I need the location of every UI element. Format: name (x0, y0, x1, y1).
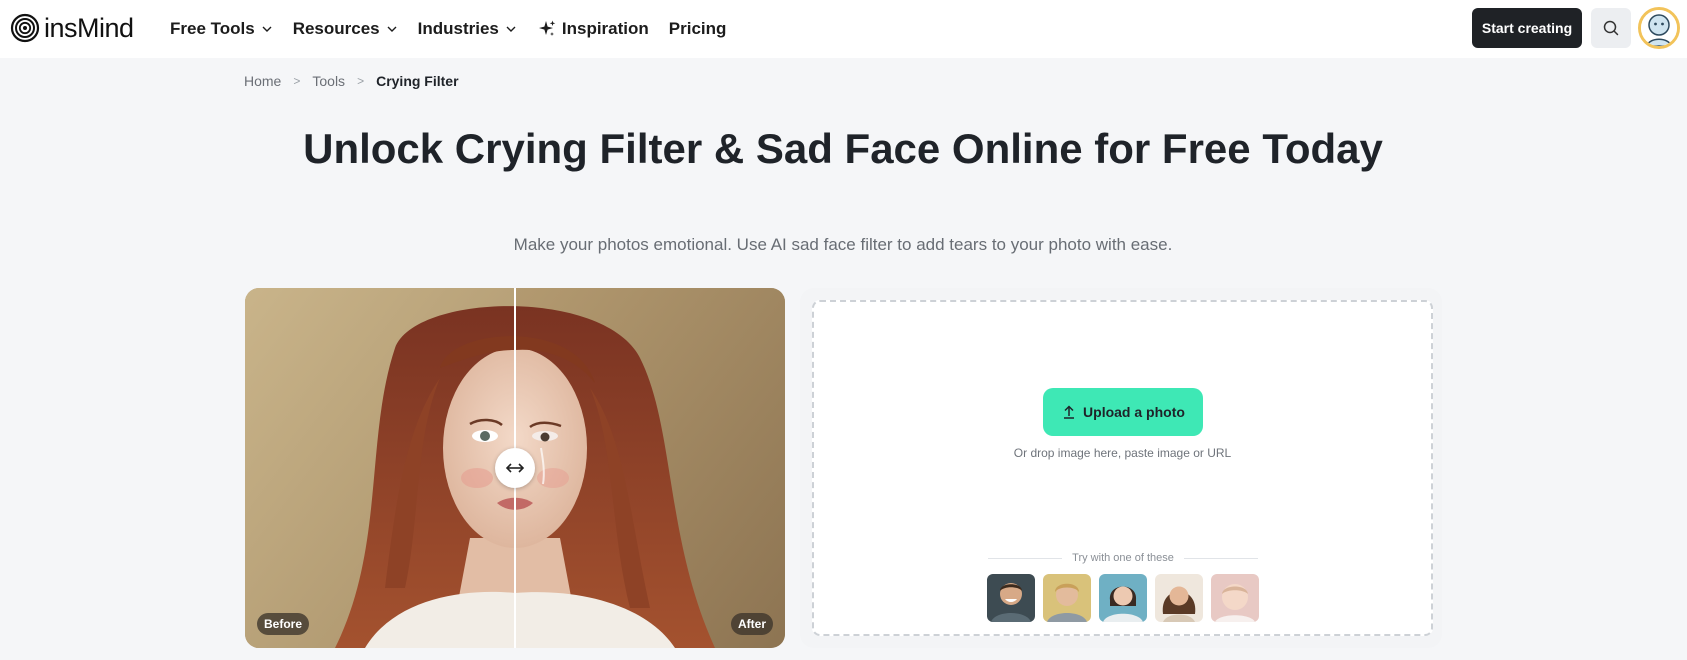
nav-pricing[interactable]: Pricing (669, 0, 727, 58)
breadcrumb: Home > Tools > Crying Filter (244, 71, 459, 91)
try-samples-header: Try with one of these (988, 550, 1259, 566)
logo[interactable]: insMind (10, 12, 134, 44)
chevron-down-icon (506, 26, 516, 32)
divider-line (1183, 557, 1259, 559)
top-header: insMind Free Tools Resources Industries … (0, 0, 1687, 58)
arrows-horizontal-icon (505, 463, 525, 473)
nav-resources[interactable]: Resources (293, 0, 398, 58)
after-label: After (730, 613, 773, 635)
page-subtitle: Make your photos emotional. Use AI sad f… (513, 235, 1173, 254)
chevron-down-icon (387, 26, 397, 32)
start-creating-button[interactable]: Start creating (1472, 8, 1582, 48)
upload-button-label: Upload a photo (1083, 404, 1185, 420)
logo-icon (10, 13, 40, 43)
search-button[interactable] (1591, 8, 1631, 48)
sample-thumbnail (1099, 574, 1147, 622)
breadcrumb-separator: > (357, 74, 365, 88)
comparison-slider-handle[interactable] (495, 448, 535, 488)
breadcrumb-separator: > (293, 74, 301, 88)
sample-man-blond[interactable] (1043, 574, 1091, 622)
page-title: Unlock Crying Filter & Sad Face Online f… (303, 125, 1383, 172)
breadcrumb-tools[interactable]: Tools (312, 73, 345, 89)
main-nav: Free Tools Resources Industries Inspirat… (170, 0, 726, 58)
nav-label: Pricing (668, 19, 727, 38)
avatar[interactable] (1638, 7, 1680, 49)
sample-thumbnail (1211, 574, 1259, 622)
try-samples-label: Try with one of these (1072, 552, 1174, 564)
upload-icon (1064, 405, 1075, 419)
breadcrumb-current: Crying Filter (376, 73, 459, 89)
sample-thumbnail (987, 574, 1035, 622)
sample-woman-short-hair[interactable] (1099, 574, 1147, 622)
breadcrumb-home[interactable]: Home (244, 73, 281, 89)
nav-industries[interactable]: Industries (418, 0, 517, 58)
sample-thumbnail (1155, 574, 1203, 622)
logo-text: insMind (44, 13, 134, 43)
nav-label: Inspiration (561, 19, 649, 38)
search-icon (1603, 20, 1619, 36)
divider-line (988, 557, 1063, 559)
nav-label: Resources (292, 19, 380, 38)
nav-label: Industries (417, 19, 499, 38)
nav-free-tools[interactable]: Free Tools (170, 0, 273, 58)
sample-baby[interactable] (1211, 574, 1259, 622)
sample-man-smiling[interactable] (987, 574, 1035, 622)
nav-inspiration[interactable]: Inspiration (537, 0, 649, 58)
nav-label: Free Tools (170, 19, 255, 38)
before-after-comparison[interactable]: Before After (245, 288, 785, 648)
sparkle-icon (538, 20, 556, 36)
drop-hint: Or drop image here, paste image or URL (1013, 446, 1232, 460)
chevron-down-icon (262, 26, 272, 32)
sample-images (987, 574, 1267, 622)
upload-photo-button[interactable]: Upload a photo (1043, 388, 1203, 436)
sample-woman-curly[interactable] (1155, 574, 1203, 622)
user-avatar-icon (1641, 10, 1677, 46)
sample-thumbnail (1043, 574, 1091, 622)
before-label: Before (257, 613, 310, 635)
